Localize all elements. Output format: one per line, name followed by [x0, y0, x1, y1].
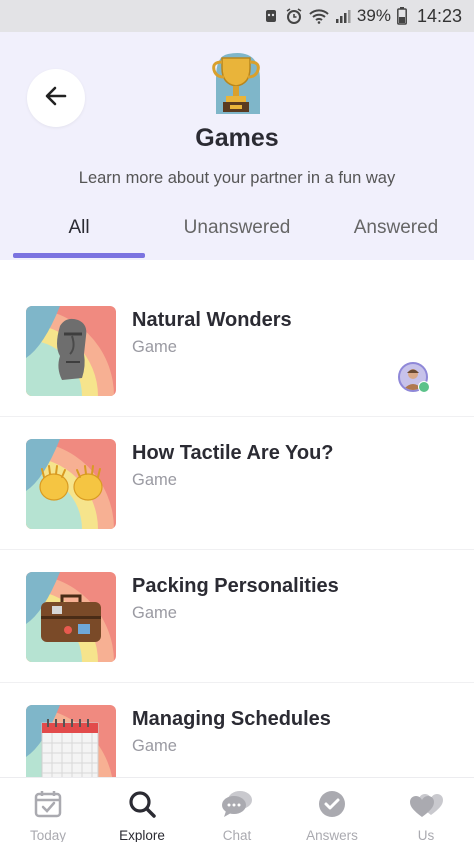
page-title: Games	[195, 124, 279, 152]
back-button[interactable]	[27, 69, 85, 127]
game-row-packing-personalities[interactable]: Packing Personalities Game	[0, 550, 474, 683]
battery-percent: 39%	[356, 6, 391, 25]
alarm-icon	[285, 7, 303, 25]
game-type: Game	[132, 338, 177, 356]
battery-icon	[397, 7, 407, 25]
search-icon	[127, 789, 157, 824]
check-circle-icon	[317, 789, 347, 824]
game-title: Managing Schedules	[132, 708, 331, 730]
game-thumbnail	[26, 439, 116, 529]
tab-unanswered[interactable]: Unanswered	[160, 212, 314, 260]
moai-icon	[57, 318, 87, 380]
game-title: How Tactile Are You?	[132, 442, 334, 464]
nav-label: Explore	[119, 828, 165, 842]
nav-answers[interactable]: Answers	[285, 778, 379, 842]
nav-label: Chat	[222, 828, 252, 842]
nav-label: Answers	[306, 828, 358, 842]
signal-icon	[335, 8, 351, 24]
nav-chat[interactable]: Chat	[190, 778, 284, 842]
wifi-icon	[309, 8, 329, 24]
game-type: Game	[132, 737, 177, 755]
status-bar: 39% 14:23	[0, 0, 474, 32]
hearts-icon	[409, 789, 443, 824]
game-thumbnail	[26, 572, 116, 662]
nav-label: Today	[29, 828, 67, 842]
nav-us[interactable]: Us	[379, 778, 473, 842]
calendar-icon	[41, 719, 99, 786]
games-header: Games Learn more about your partner in a…	[0, 32, 474, 260]
chat-bubbles-icon	[220, 789, 254, 824]
bottom-navigation: Today Explore Chat Answers Us	[0, 777, 474, 842]
game-thumbnail	[26, 306, 116, 396]
game-row-how-tactile[interactable]: How Tactile Are You? Game	[0, 417, 474, 550]
page-subtitle: Learn more about your partner in a fun w…	[78, 169, 396, 187]
active-tab-indicator	[13, 253, 145, 258]
calendar-check-icon	[33, 789, 63, 824]
nav-label: Us	[417, 828, 435, 842]
tab-answered[interactable]: Answered	[330, 212, 462, 260]
suitcase-icon	[41, 594, 101, 642]
android-robot-icon	[263, 8, 279, 24]
game-type: Game	[132, 471, 177, 489]
nav-explore[interactable]: Explore	[95, 778, 189, 842]
game-type: Game	[132, 604, 177, 622]
answered-check-icon	[418, 381, 430, 393]
game-title: Natural Wonders	[132, 309, 292, 331]
arrow-left-icon	[43, 83, 69, 114]
status-time: 14:23	[416, 5, 462, 26]
game-row-natural-wonders[interactable]: Natural Wonders Game	[0, 284, 474, 417]
nav-today[interactable]: Today	[1, 778, 95, 842]
trophy-icon	[208, 50, 264, 118]
game-title: Packing Personalities	[132, 575, 339, 597]
